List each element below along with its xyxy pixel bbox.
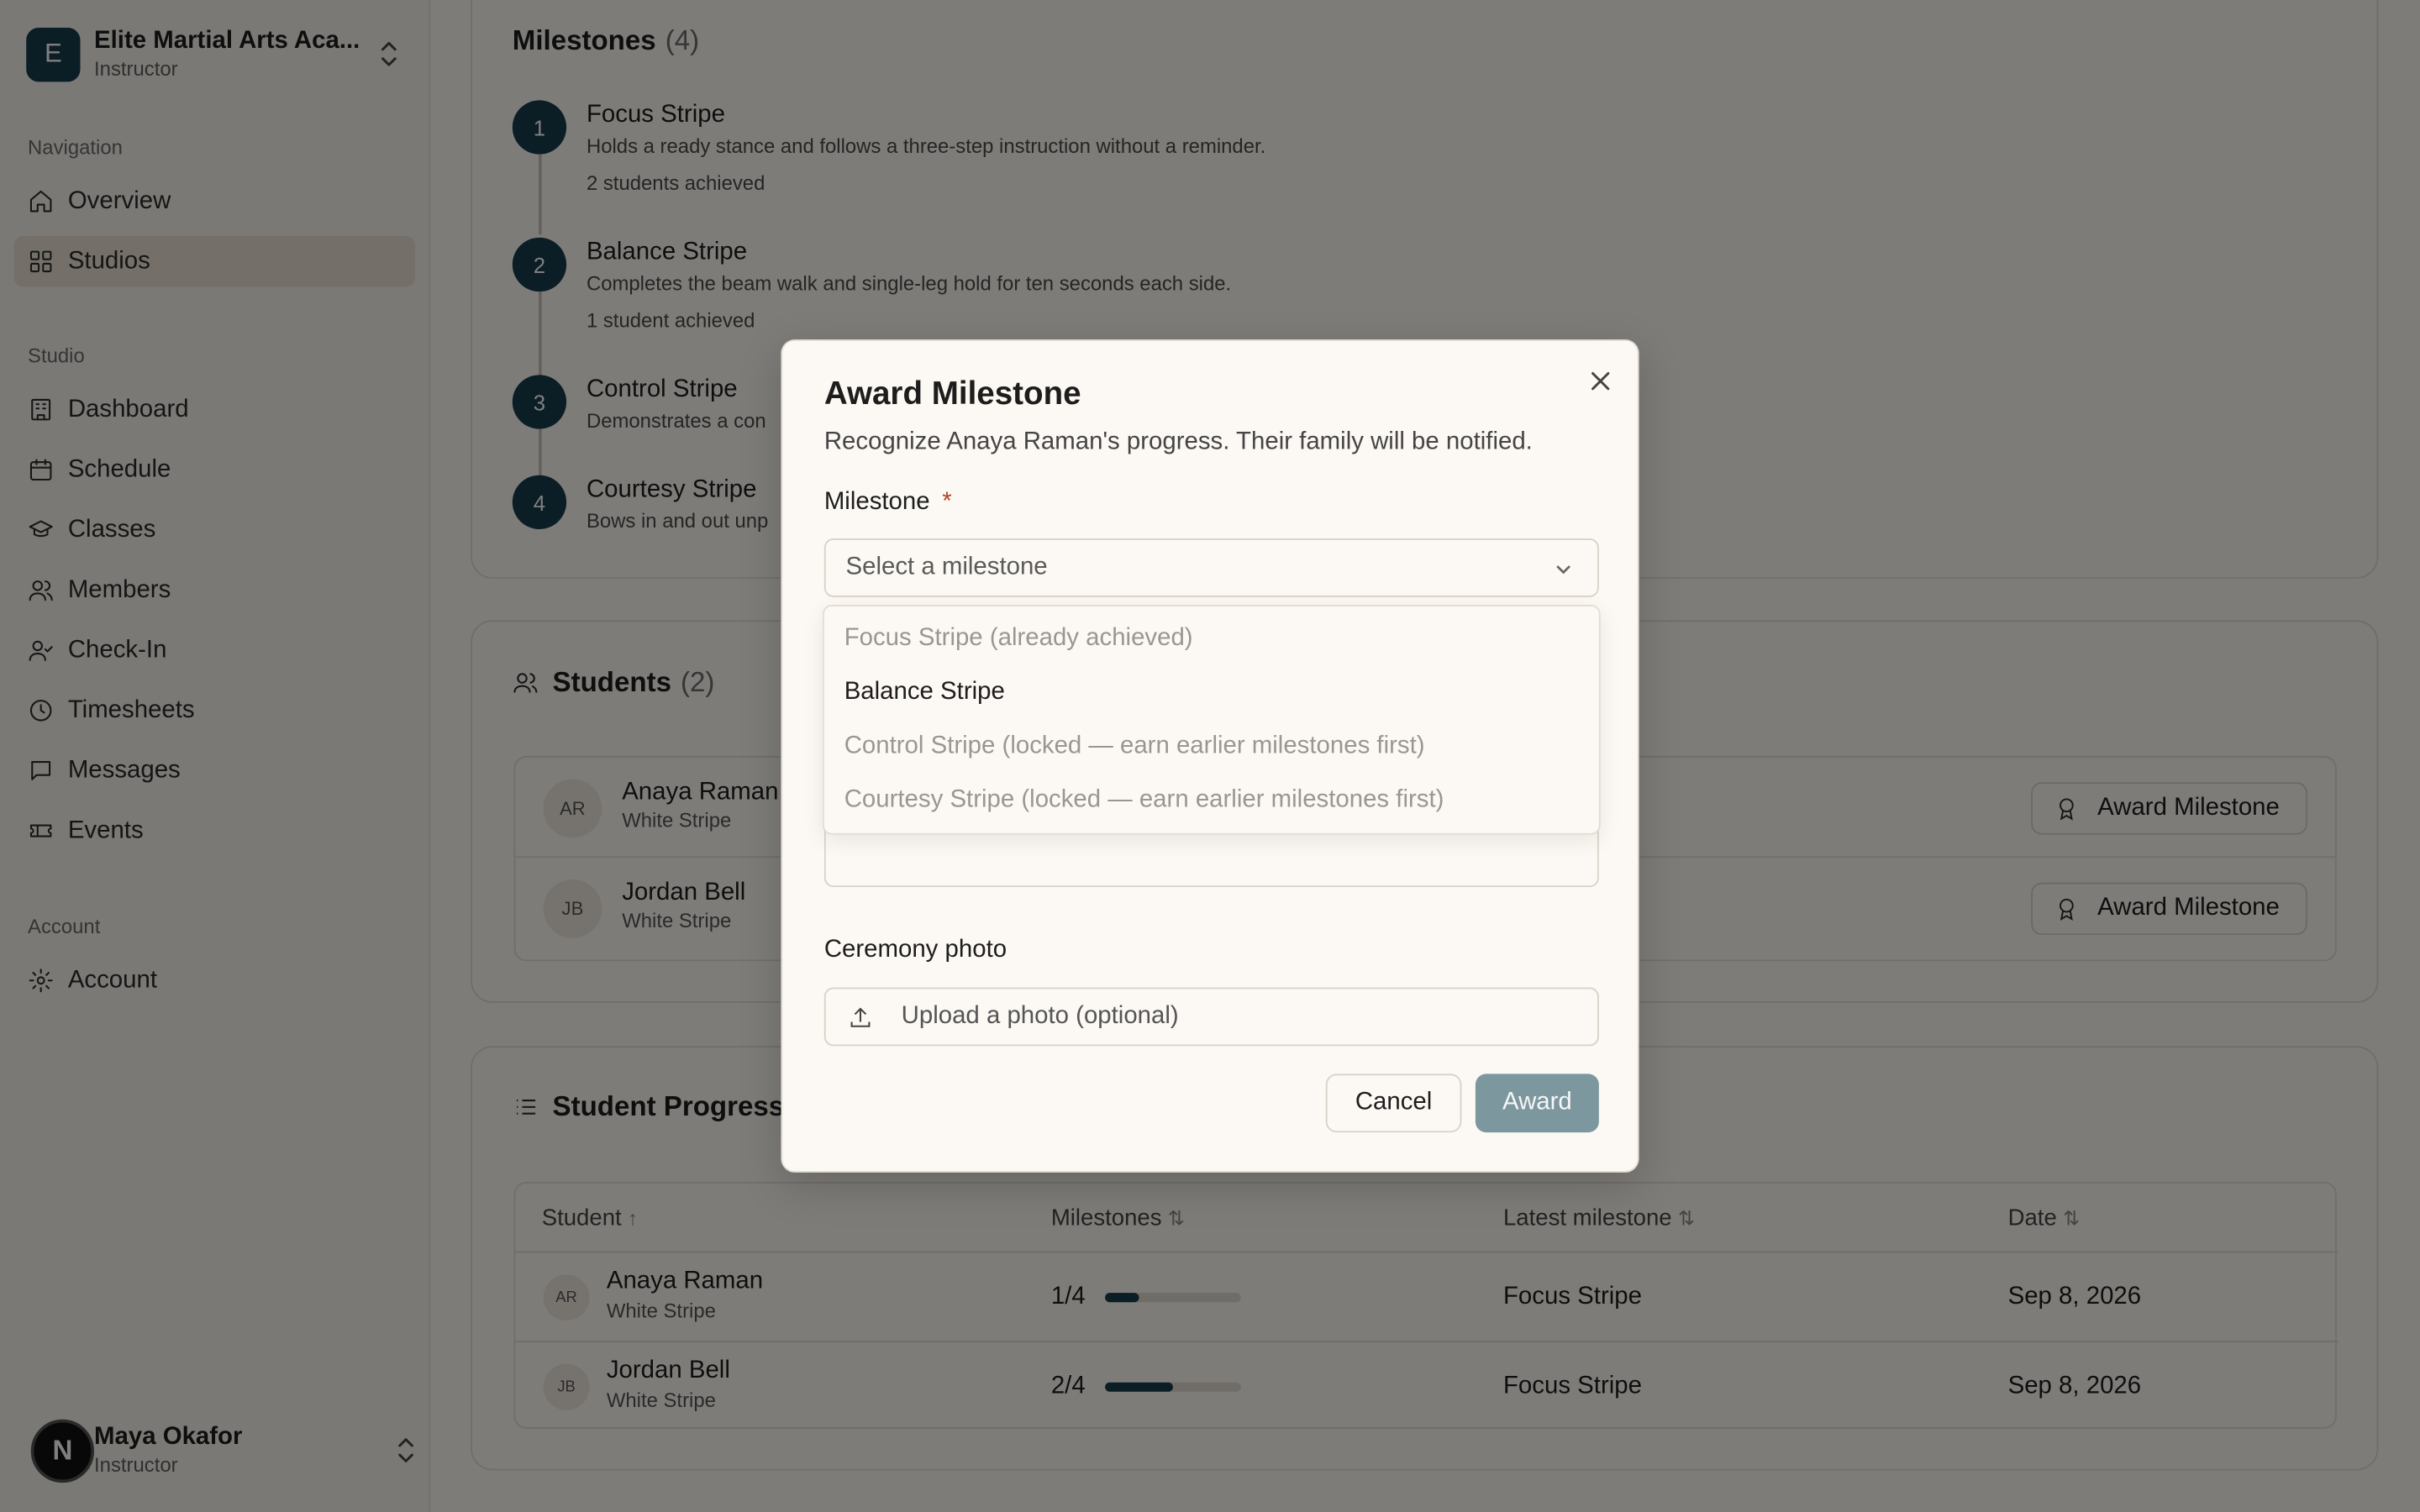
chevron-down-icon <box>1556 565 1570 575</box>
upload-photo-button[interactable]: Upload a photo (optional) <box>823 987 1599 1047</box>
milestone-select[interactable]: Select a milestone <box>823 538 1599 597</box>
close-icon[interactable] <box>1588 369 1612 393</box>
milestone-options-list: Focus Stripe (already achieved) Balance … <box>822 605 1601 835</box>
option-courtesy-stripe: Courtesy Stripe (locked — earn earlier m… <box>844 786 1444 813</box>
option-focus-stripe: Focus Stripe (already achieved) <box>844 624 1193 652</box>
option-balance-stripe[interactable]: Balance Stripe <box>844 679 1005 706</box>
award-button[interactable]: Award <box>1475 1074 1599 1133</box>
milestone-field-label: Milestone * <box>823 489 952 516</box>
ceremony-photo-label: Ceremony photo <box>823 936 1007 963</box>
dialog-title: Award Milestone <box>823 376 1081 412</box>
dialog-description: Recognize Anaya Raman's progress. Their … <box>823 428 1533 455</box>
option-control-stripe: Control Stripe (locked — earn earlier mi… <box>844 732 1425 759</box>
required-mark: * <box>942 489 952 516</box>
upload-icon <box>850 1006 871 1026</box>
cancel-button[interactable]: Cancel <box>1325 1074 1462 1133</box>
